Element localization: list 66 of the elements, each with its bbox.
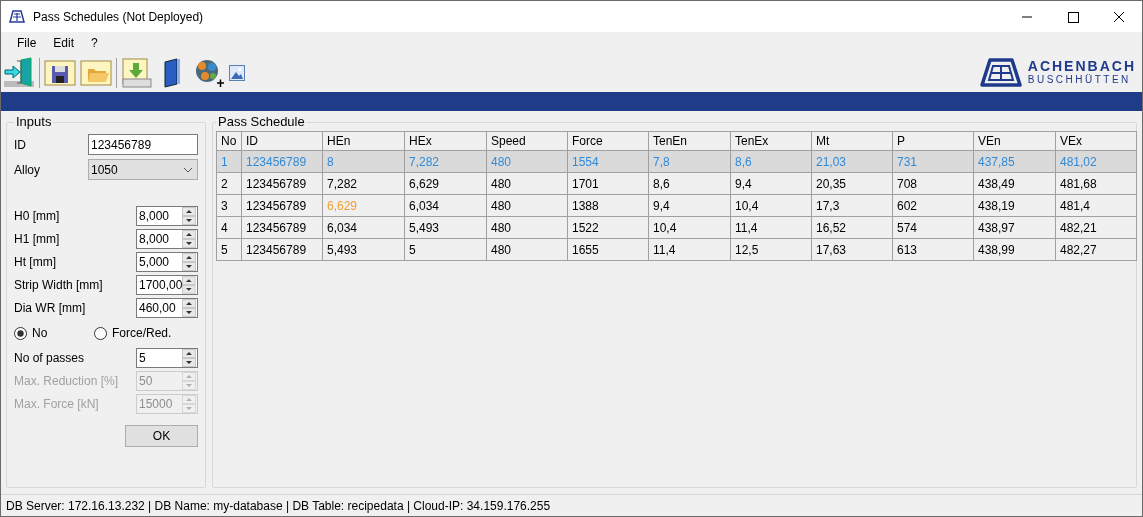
radio-button[interactable]: Force/Red. bbox=[94, 324, 172, 342]
table-cell: 17,63 bbox=[812, 239, 893, 260]
field-label: No of passes bbox=[14, 349, 85, 367]
group-title: Inputs bbox=[15, 115, 53, 129]
table-cell: 1655 bbox=[568, 239, 649, 260]
ok-button[interactable]: OK bbox=[125, 425, 198, 447]
spin-arrows-icon[interactable] bbox=[182, 348, 196, 367]
chevron-down-icon bbox=[183, 166, 193, 173]
table-cell: 5 bbox=[405, 239, 487, 260]
radio-button[interactable]: No bbox=[14, 324, 94, 342]
field-label: Strip Width [mm] bbox=[14, 276, 103, 294]
number-field[interactable]: 8,000 bbox=[136, 205, 198, 226]
group-title: Pass Schedule bbox=[217, 115, 306, 129]
column-header[interactable]: VEx bbox=[1056, 132, 1136, 150]
app-logo-icon bbox=[9, 9, 25, 24]
menu-item[interactable]: Edit bbox=[45, 34, 83, 52]
spin-arrows-icon[interactable] bbox=[182, 252, 196, 271]
alloy-dropdown[interactable]: 1050 bbox=[88, 159, 198, 180]
table-cell: 123456789 bbox=[242, 239, 323, 260]
number-field[interactable]: 1700,00 bbox=[136, 274, 198, 295]
exit-door-icon[interactable] bbox=[3, 57, 35, 89]
number-field[interactable]: 5 bbox=[136, 347, 198, 368]
number-field[interactable]: 8,000 bbox=[136, 228, 198, 249]
table-cell-text: 481,4 bbox=[1059, 197, 1092, 215]
table-cell: 5,493 bbox=[323, 239, 405, 260]
spin-arrows-icon[interactable] bbox=[182, 229, 196, 248]
field-label: Dia WR [mm] bbox=[14, 299, 86, 317]
spin-arrows-icon[interactable] bbox=[182, 298, 196, 317]
spin-arrows-icon[interactable] bbox=[182, 206, 196, 225]
table-cell: 438,99 bbox=[974, 239, 1056, 260]
id-field[interactable]: 123456789 bbox=[88, 134, 198, 155]
table-cell-text: 482,27 bbox=[1059, 241, 1098, 259]
company-location: BUSCHHÜTTEN bbox=[1027, 73, 1132, 86]
table-cell-text: 481,68 bbox=[1059, 175, 1098, 193]
table-cell: 11,4 bbox=[649, 239, 731, 260]
table-row[interactable]: 2 123456789 7,282 6,629 480 1701 8,6 9,4 20,35 708 438,49 481,68 bbox=[217, 172, 1136, 194]
menu-item[interactable]: File bbox=[9, 34, 45, 52]
window-title: Pass Schedules (Not Deployed) bbox=[33, 8, 204, 26]
image-icon[interactable] bbox=[229, 65, 245, 81]
field-label: Alloy bbox=[14, 161, 40, 179]
table-cell: 613 bbox=[893, 239, 974, 260]
molecule-cluster-icon[interactable] bbox=[193, 57, 225, 89]
field-label: H0 [mm] bbox=[14, 207, 60, 225]
radio-icon[interactable] bbox=[14, 326, 27, 340]
company-name: ACHENBACH bbox=[1027, 60, 1136, 73]
save-icon[interactable] bbox=[44, 57, 76, 89]
field-label: H1 [mm] bbox=[14, 230, 60, 248]
menu-item[interactable]: ? bbox=[83, 34, 106, 52]
company-logo-icon bbox=[979, 58, 1022, 88]
table-cell: 12,5 bbox=[731, 239, 812, 260]
table-row[interactable]: 4 123456789 6,034 5,493 480 1522 10,4 11,4 16,52 574 438,97 482,21 bbox=[217, 216, 1136, 238]
field-label: Ht [mm] bbox=[14, 253, 56, 271]
table-cell-text: 482,21 bbox=[1059, 219, 1098, 237]
field-label: Max. Force [kN] bbox=[14, 395, 99, 413]
table-cell: 480 bbox=[487, 239, 568, 260]
number-field[interactable]: 460,00 bbox=[136, 297, 198, 318]
number-field[interactable]: 5,000 bbox=[136, 251, 198, 272]
table-cell: 5 bbox=[217, 239, 242, 260]
status-bar: DB Server: 172.16.13.232 | DB Name: my-database | DB Table: recipedata | Cloud-IP: 34.159.176.255 bbox=[1, 494, 1142, 516]
table-cell-text: 481,02 bbox=[1059, 153, 1098, 171]
field-label: ID bbox=[14, 136, 26, 154]
spin-arrows-icon[interactable] bbox=[182, 275, 196, 294]
table-row[interactable]: 5 123456789 5,493 5 480 1655 11,4 12,5 17,63 613 438,99 482,27 bbox=[217, 238, 1136, 260]
table-row[interactable]: 3 123456789 6,629 6,034 480 1388 9,4 10,4 17,3 602 438,19 481,4 bbox=[217, 194, 1136, 216]
radio-icon[interactable] bbox=[94, 326, 107, 340]
field-label: Max. Reduction [%] bbox=[14, 372, 119, 390]
